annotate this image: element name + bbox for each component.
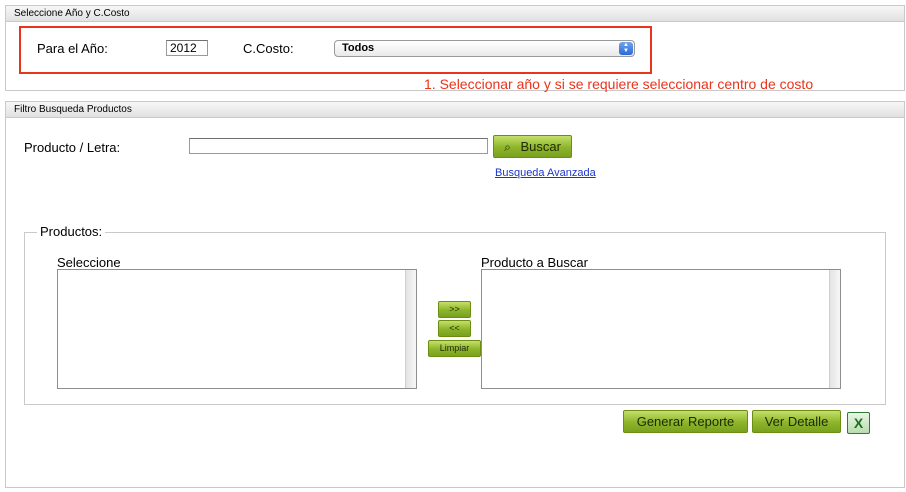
advanced-search-link[interactable]: Busqueda Avanzada	[495, 167, 596, 179]
year-cost-panel-title: Seleccione Año y C.Costo	[6, 6, 904, 22]
product-label: Producto / Letra:	[24, 140, 121, 155]
search-button-label: Buscar	[520, 139, 561, 154]
product-search-input[interactable]	[189, 138, 488, 154]
add-product-button[interactable]: >>	[438, 301, 471, 318]
selected-products-list[interactable]	[481, 269, 841, 389]
clear-button[interactable]: Limpiar	[428, 340, 481, 357]
view-detail-button[interactable]: Ver Detalle	[752, 410, 841, 433]
cost-center-label: C.Costo:	[243, 41, 294, 56]
excel-icon[interactable]: X	[847, 412, 870, 434]
products-legend: Productos:	[37, 224, 106, 239]
available-products-list[interactable]	[57, 269, 417, 389]
select-list-label: Seleccione	[57, 255, 121, 270]
selected-products-scrollbar[interactable]	[829, 270, 840, 388]
product-filter-panel-title: Filtro Busqueda Productos	[6, 102, 904, 118]
available-products-scrollbar[interactable]	[405, 270, 416, 388]
instruction-note: 1. Seleccionar año y si se requiere sele…	[424, 76, 814, 92]
cost-center-select[interactable]: Todos ▲ ▼	[334, 40, 635, 57]
year-label: Para el Año:	[37, 41, 108, 56]
year-input[interactable]	[166, 40, 208, 56]
search-list-label: Producto a Buscar	[481, 255, 588, 270]
search-button[interactable]: ⌕ Buscar	[493, 135, 572, 158]
cost-center-selected-value: Todos	[342, 42, 375, 54]
magnifier-icon: ⌕	[504, 140, 511, 154]
remove-product-button[interactable]: <<	[438, 320, 471, 337]
generate-report-button[interactable]: Generar Reporte	[623, 410, 748, 433]
select-arrows-icon: ▲ ▼	[619, 42, 633, 55]
